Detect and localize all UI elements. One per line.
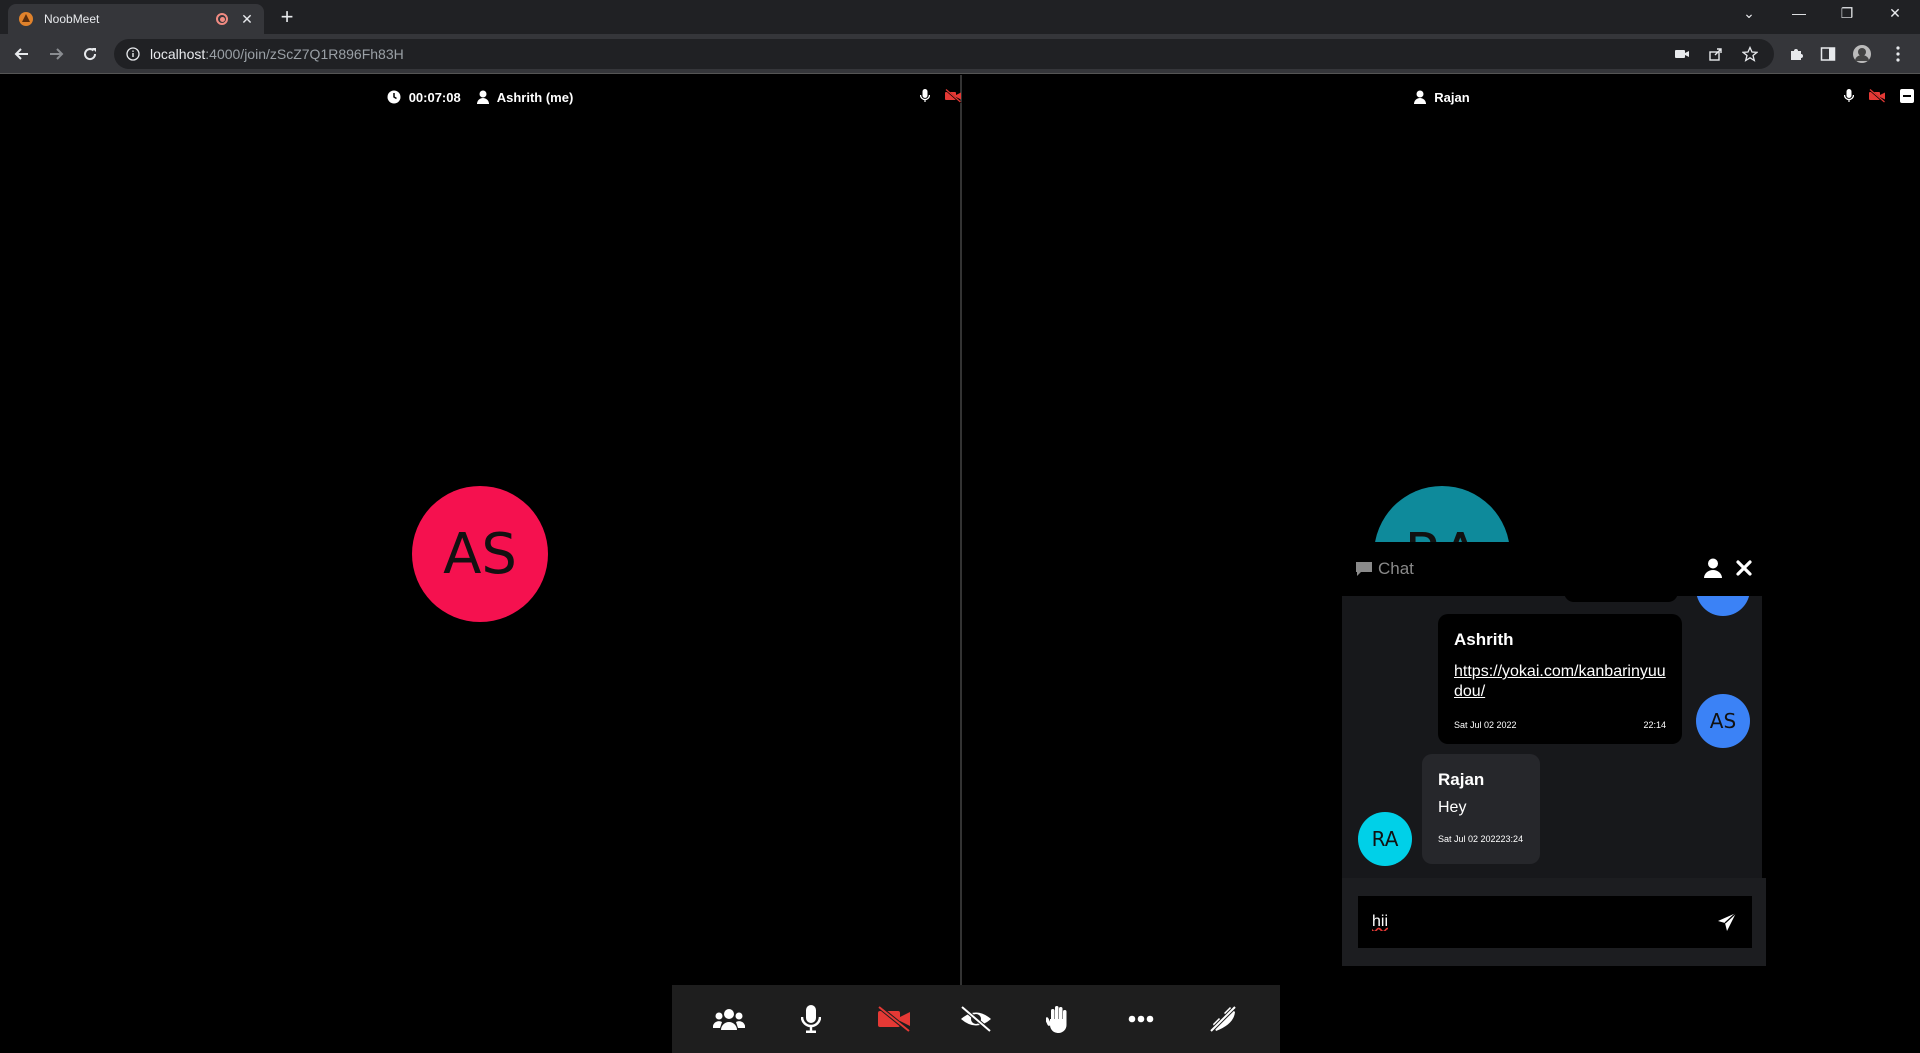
camera-toggle-button[interactable] [872,997,916,1041]
chat-bubble-icon [1356,561,1372,576]
chat-title: Chat [1378,559,1414,578]
bookmark-star-icon[interactable] [1742,46,1758,62]
meeting-timer: 00:07:08 [408,89,461,105]
message-author: Rajan [1438,770,1485,789]
participant-name: Rajan [1434,89,1470,105]
screen-share-button[interactable] [954,997,998,1041]
send-icon [1718,912,1737,931]
browser-tab-strip: NoobMeet ✕ + ⌄ — ❐ ✕ [0,0,1920,34]
chat-messages[interactable]: Ashrith https://yokai.com/kanbarinyuudou… [1342,596,1762,878]
camera-in-use-icon[interactable] [1674,46,1690,62]
more-options-button[interactable] [1119,997,1163,1041]
tile-status-icons [906,89,962,103]
camera-off-icon [876,1006,911,1032]
tab-close-icon[interactable]: ✕ [240,11,254,28]
chat-message: Ashrith https://yokai.com/kanbarinyuudou… [1438,614,1682,744]
camera-off-icon [944,89,962,103]
url-bar[interactable]: localhost:4000/join/zScZ7Q1R896Fh83H [114,39,1774,69]
chat-message: Rajan Hey Sat Jul 02 202223:24 [1422,754,1540,864]
microphone-icon [801,1005,822,1033]
avatar-initials: RA [1371,827,1399,851]
browser-toolbar: localhost:4000/join/zScZ7Q1R896Fh83H [0,34,1920,74]
raise-hand-button[interactable] [1036,997,1080,1041]
avatar-initials: AS [1709,709,1737,733]
message-author: Ashrith [1454,630,1514,649]
close-chat-icon[interactable] [1736,560,1752,576]
tile-header: 00:07:08 Ashrith (me) [0,75,960,119]
chat-message-input[interactable] [1358,896,1702,948]
screen-share-off-icon [960,1006,992,1032]
reload-icon [84,48,97,61]
previous-message-card [1564,596,1678,602]
minimize-tile-icon[interactable] [1900,89,1914,103]
leave-call-button[interactable] [1201,997,1245,1041]
microphone-icon [920,89,930,102]
user-icon [1414,90,1427,104]
back-arrow-icon [14,48,28,60]
clock-icon [387,90,401,104]
avatar-initials: AS [443,521,517,587]
previous-message-avatar [1696,596,1750,616]
site-info-icon[interactable] [126,47,140,61]
minimize-window-button[interactable]: — [1784,5,1814,21]
message-avatar: RA [1358,812,1412,866]
chat-panel: Chat Ashrith https://yokai.com/kanbariny… [1342,542,1766,966]
message-date: Sat Jul 02 2022 [1454,720,1517,730]
microphone-icon [1844,89,1854,102]
send-message-button[interactable] [1702,896,1752,948]
participants-button[interactable] [707,997,751,1041]
participants-icon [713,1009,746,1030]
message-text: https://yokai.com/kanbarinyuudou/ [1454,662,1666,702]
participant-avatar: AS [412,486,548,622]
restore-window-button[interactable]: ❐ [1832,5,1862,22]
user-icon [476,90,489,104]
chat-participants-icon[interactable] [1704,558,1722,578]
message-meta: Sat Jul 02 202223:24 [1438,834,1524,844]
chat-header: Chat [1342,542,1766,596]
back-button[interactable] [12,44,32,64]
video-tile-self: 00:07:08 Ashrith (me) AS [0,75,962,1030]
reload-button[interactable] [80,44,100,64]
forward-arrow-icon [50,48,64,60]
url-path: :4000/join/zScZ7Q1R896Fh83H [205,46,404,62]
close-window-button[interactable]: ✕ [1880,5,1910,22]
message-meta: Sat Jul 02 2022 22:14 [1454,720,1666,730]
message-avatar: AS [1696,694,1750,748]
side-panel-icon[interactable] [1818,44,1838,64]
message-time: 22:14 [1643,720,1666,730]
app-favicon-icon [19,12,33,26]
url-host: localhost [150,46,206,62]
call-controls [672,985,1280,1053]
forward-button[interactable] [46,44,66,64]
recording-indicator-icon [216,13,228,25]
tab-search-icon[interactable]: ⌄ [1734,5,1764,22]
camera-off-icon [1868,89,1886,103]
tab-title: NoobMeet [44,12,100,26]
share-icon[interactable] [1708,46,1724,62]
more-icon [1128,1015,1153,1023]
browser-menu-icon[interactable] [1888,44,1908,64]
chat-composer [1342,878,1766,966]
extensions-icon[interactable] [1786,44,1806,64]
raise-hand-icon [1046,1006,1067,1033]
browser-tab[interactable]: NoobMeet ✕ [8,4,264,34]
tile-header: Rajan [964,75,1920,119]
new-tab-button[interactable]: + [276,6,298,28]
participant-name: Ashrith (me) [496,89,574,105]
mute-button[interactable] [789,997,833,1041]
tile-status-icons [1830,89,1914,103]
message-link[interactable]: https://yokai.com/kanbarinyuudou/ [1454,663,1666,700]
message-text: Hey [1438,799,1467,816]
message-datetime: Sat Jul 02 202223:24 [1438,834,1524,844]
profile-avatar[interactable] [1852,44,1872,64]
